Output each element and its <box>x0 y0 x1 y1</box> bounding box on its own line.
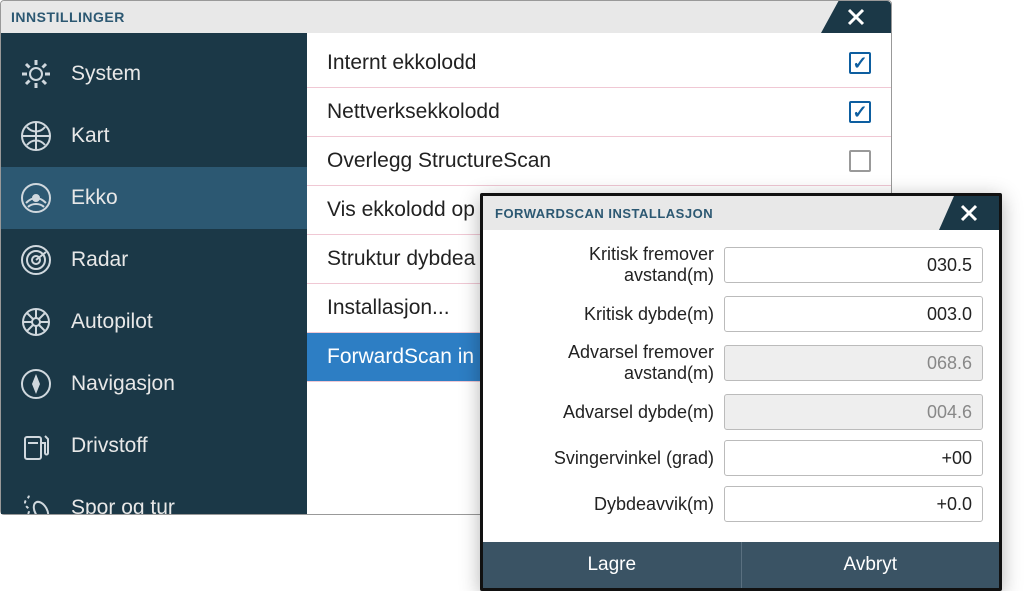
content-item-2[interactable]: Overlegg StructureScan <box>307 137 891 186</box>
settings-title: INNSTILLINGER <box>11 9 125 25</box>
field-label: Kritisk dybde(m) <box>499 304 724 325</box>
sidebar-item-radar[interactable]: Radar <box>1 229 307 291</box>
content-item-0[interactable]: Internt ekkolodd <box>307 39 891 88</box>
modal-header: FORWARDSCAN INSTALLASJON <box>483 196 999 230</box>
sidebar-item-label: Drivstoff <box>71 434 148 458</box>
content-item-label: Installasjon... <box>327 296 450 320</box>
field-row-5: Dybdeavvik(m) <box>499 486 983 522</box>
sonar-icon <box>19 181 53 215</box>
sidebar: System Kart Ekko Radar Autopilot Navigasjon Dr… <box>1 33 307 514</box>
wheel-icon <box>19 305 53 339</box>
sidebar-item-autopilot[interactable]: Autopilot <box>1 291 307 353</box>
content-item-label: Nettverksekkolodd <box>327 100 500 124</box>
track-icon <box>19 491 53 514</box>
sidebar-item-label: Kart <box>71 124 110 148</box>
field-input-1[interactable] <box>724 296 983 332</box>
field-label: Dybdeavvik(m) <box>499 494 724 515</box>
field-row-3: Advarsel dybde(m) <box>499 394 983 430</box>
modal-footer: Lagre Avbryt <box>483 542 999 588</box>
sidebar-item-drivstoff[interactable]: Drivstoff <box>1 415 307 477</box>
sidebar-item-label: Autopilot <box>71 310 153 334</box>
content-item-label: Internt ekkolodd <box>327 51 476 75</box>
sidebar-item-spor-og-tur[interactable]: Spor og tur <box>1 477 307 514</box>
sidebar-item-navigasjon[interactable]: Navigasjon <box>1 353 307 415</box>
forwardscan-modal: FORWARDSCAN INSTALLASJON Kritisk fremove… <box>480 193 1002 591</box>
modal-title: FORWARDSCAN INSTALLASJON <box>495 206 713 221</box>
field-input-3 <box>724 394 983 430</box>
field-label: Kritisk fremover avstand(m) <box>499 244 724 286</box>
radar-icon <box>19 243 53 277</box>
cancel-button[interactable]: Avbryt <box>741 542 1000 588</box>
field-label: Advarsel dybde(m) <box>499 402 724 423</box>
close-icon <box>959 203 979 223</box>
close-icon <box>845 6 867 28</box>
sidebar-item-ekko[interactable]: Ekko <box>1 167 307 229</box>
checkbox[interactable] <box>849 52 871 74</box>
field-input-2 <box>724 345 983 381</box>
compass-icon <box>19 367 53 401</box>
sidebar-item-label: System <box>71 62 141 86</box>
sidebar-item-kart[interactable]: Kart <box>1 105 307 167</box>
field-input-5[interactable] <box>724 486 983 522</box>
content-item-1[interactable]: Nettverksekkolodd <box>307 88 891 137</box>
settings-header: INNSTILLINGER <box>1 1 891 33</box>
sidebar-item-system[interactable]: System <box>1 43 307 105</box>
save-button[interactable]: Lagre <box>483 542 741 588</box>
gear-icon <box>19 57 53 91</box>
field-row-4: Svingervinkel (grad) <box>499 440 983 476</box>
field-row-1: Kritisk dybde(m) <box>499 296 983 332</box>
content-item-label: Struktur dybdea <box>327 247 475 271</box>
content-item-label: ForwardScan in <box>327 345 474 369</box>
field-input-4[interactable] <box>724 440 983 476</box>
modal-body: Kritisk fremover avstand(m) Kritisk dybde… <box>483 230 999 542</box>
field-row-2: Advarsel fremover avstand(m) <box>499 342 983 384</box>
field-label: Advarsel fremover avstand(m) <box>499 342 724 384</box>
field-label: Svingervinkel (grad) <box>499 448 724 469</box>
content-item-label: Overlegg StructureScan <box>327 149 551 173</box>
sidebar-item-label: Spor og tur <box>71 496 175 514</box>
sidebar-item-label: Radar <box>71 248 128 272</box>
fuel-icon <box>19 429 53 463</box>
close-button[interactable] <box>821 1 891 33</box>
field-input-0[interactable] <box>724 247 983 283</box>
checkbox[interactable] <box>849 101 871 123</box>
checkbox[interactable] <box>849 150 871 172</box>
content-item-label: Vis ekkolodd op <box>327 198 475 222</box>
field-row-0: Kritisk fremover avstand(m) <box>499 244 983 286</box>
sidebar-item-label: Ekko <box>71 186 118 210</box>
globe-icon <box>19 119 53 153</box>
sidebar-item-label: Navigasjon <box>71 372 175 396</box>
modal-close-button[interactable] <box>939 196 999 230</box>
